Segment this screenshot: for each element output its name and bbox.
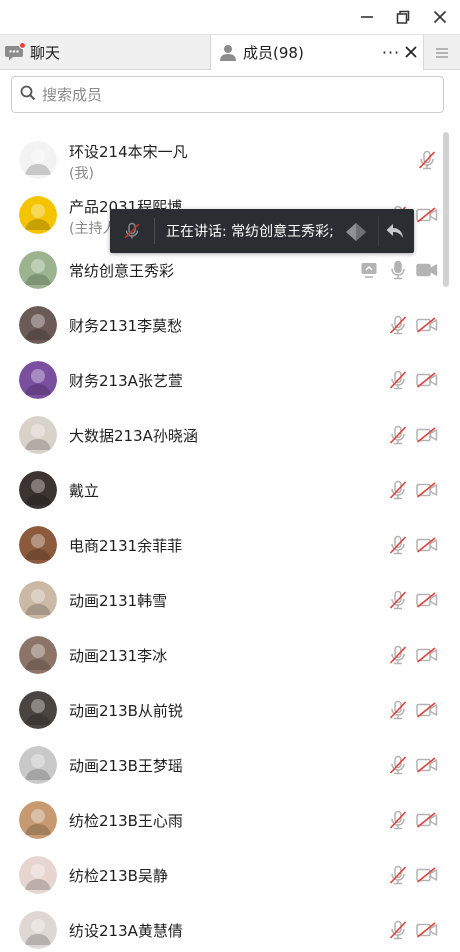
member-name: 常纺创意王秀彩 xyxy=(69,262,175,280)
avatar xyxy=(19,856,57,894)
member-role: (我) xyxy=(69,166,94,182)
camera-icon[interactable] xyxy=(416,259,438,281)
tab-chat-label: 聊天 xyxy=(30,44,61,62)
search-input[interactable] xyxy=(42,85,422,104)
minimize-icon[interactable] xyxy=(353,4,381,30)
avatar xyxy=(19,416,57,454)
person-icon xyxy=(217,42,239,64)
camera-off-icon[interactable] xyxy=(416,589,438,611)
mic-muted-icon[interactable] xyxy=(387,479,409,501)
member-name: 纺检213B王心雨 xyxy=(69,812,183,830)
camera-off-icon[interactable] xyxy=(416,919,438,941)
avatar xyxy=(19,636,57,674)
member-row[interactable]: 动画213B从前锐 xyxy=(0,682,440,737)
hamburger-icon[interactable] xyxy=(424,35,460,70)
camera-off-icon[interactable] xyxy=(416,369,438,391)
camera-off-icon[interactable] xyxy=(416,644,438,666)
member-search-box xyxy=(11,76,444,113)
mic-muted-icon[interactable] xyxy=(416,149,438,171)
more-options-button[interactable]: ··· xyxy=(382,38,400,66)
chat-bubble-icon xyxy=(4,41,26,64)
member-row[interactable]: 戴立 xyxy=(0,462,440,517)
tab-members-label: 成员(98) xyxy=(243,44,304,62)
camera-off-icon[interactable] xyxy=(416,809,438,831)
avatar xyxy=(19,911,57,949)
speaking-text: 正在讲话: 常纺创意王秀彩; xyxy=(166,224,334,240)
member-row[interactable]: 纺检213B王心雨 xyxy=(0,792,440,847)
tab-close-icon[interactable] xyxy=(401,38,421,66)
member-row[interactable]: 财务2131李莫愁 xyxy=(0,297,440,352)
scrollbar-thumb[interactable] xyxy=(443,132,449,287)
mic-muted-icon[interactable] xyxy=(387,424,409,446)
camera-off-icon[interactable] xyxy=(416,204,438,226)
member-row[interactable]: 纺检213B吴静 xyxy=(0,847,440,902)
member-row[interactable]: 大数据213A孙晓涵 xyxy=(0,407,440,462)
member-row[interactable]: 纺设213A黄慧倩 xyxy=(0,902,440,952)
camera-off-icon[interactable] xyxy=(416,754,438,776)
avatar xyxy=(19,361,57,399)
mic-muted-icon[interactable] xyxy=(387,809,409,831)
member-name: 电商2131余菲菲 xyxy=(69,537,183,555)
speaking-toast: 正在讲话: 常纺创意王秀彩; xyxy=(110,209,414,253)
avatar xyxy=(19,581,57,619)
mic-icon[interactable] xyxy=(387,259,409,281)
mic-muted-icon[interactable] xyxy=(387,919,409,941)
avatar xyxy=(19,746,57,784)
window-titlebar xyxy=(0,0,460,34)
camera-off-icon[interactable] xyxy=(416,424,438,446)
close-icon[interactable] xyxy=(426,4,454,30)
member-name: 财务213A张艺萱 xyxy=(69,372,183,390)
avatar xyxy=(19,141,57,179)
member-name: 财务2131李莫愁 xyxy=(69,317,183,335)
mic-muted-icon[interactable] xyxy=(110,209,154,253)
mic-muted-icon[interactable] xyxy=(387,534,409,556)
member-name: 纺检213B吴静 xyxy=(69,867,168,885)
tab-chat[interactable]: 聊天 xyxy=(0,35,210,70)
mic-muted-icon[interactable] xyxy=(387,314,409,336)
avatar xyxy=(19,691,57,729)
avatar xyxy=(19,801,57,839)
tab-bar: 聊天 成员(98) ··· xyxy=(0,34,460,70)
mic-muted-icon[interactable] xyxy=(387,369,409,391)
unread-dot xyxy=(19,41,26,49)
mic-muted-icon[interactable] xyxy=(387,864,409,886)
member-name: 动画2131李冰 xyxy=(69,647,168,665)
avatar xyxy=(19,196,57,234)
member-list: 环设214本宋一凡 (我) 产品2031程熙博 (主持人) 常纺创意王秀彩 财务2131李… xyxy=(0,132,440,952)
member-row[interactable]: 电商2131余菲菲 xyxy=(0,517,440,572)
mic-muted-icon[interactable] xyxy=(387,644,409,666)
avatar xyxy=(19,526,57,564)
camera-off-icon[interactable] xyxy=(416,864,438,886)
member-name: 动画213B王梦瑶 xyxy=(69,757,183,775)
mic-muted-icon[interactable] xyxy=(387,589,409,611)
avatar xyxy=(19,251,57,289)
mic-muted-icon[interactable] xyxy=(387,699,409,721)
member-name: 动画213B从前锐 xyxy=(69,702,183,720)
member-row[interactable]: 动画2131李冰 xyxy=(0,627,440,682)
avatar xyxy=(19,306,57,344)
member-name: 环设214本宋一凡 xyxy=(69,143,188,161)
member-name: 大数据213A孙晓涵 xyxy=(69,427,198,445)
camera-off-icon[interactable] xyxy=(416,534,438,556)
mic-muted-icon[interactable] xyxy=(387,754,409,776)
member-row[interactable]: 环设214本宋一凡 (我) xyxy=(0,132,440,187)
collapse-back-icon[interactable] xyxy=(378,216,410,246)
speaker-avatar-icon xyxy=(346,223,366,241)
screen-share-icon[interactable] xyxy=(358,259,380,281)
search-icon xyxy=(20,85,36,105)
member-name: 纺设213A黄慧倩 xyxy=(69,922,183,940)
camera-off-icon[interactable] xyxy=(416,479,438,501)
member-row[interactable]: 动画2131韩雪 xyxy=(0,572,440,627)
toast-divider xyxy=(154,218,155,244)
member-row[interactable]: 财务213A张艺萱 xyxy=(0,352,440,407)
avatar xyxy=(19,471,57,509)
restore-icon[interactable] xyxy=(389,4,417,30)
member-name: 动画2131韩雪 xyxy=(69,592,168,610)
member-row[interactable]: 动画213B王梦瑶 xyxy=(0,737,440,792)
camera-off-icon[interactable] xyxy=(416,699,438,721)
member-name: 戴立 xyxy=(69,482,100,500)
camera-off-icon[interactable] xyxy=(416,314,438,336)
